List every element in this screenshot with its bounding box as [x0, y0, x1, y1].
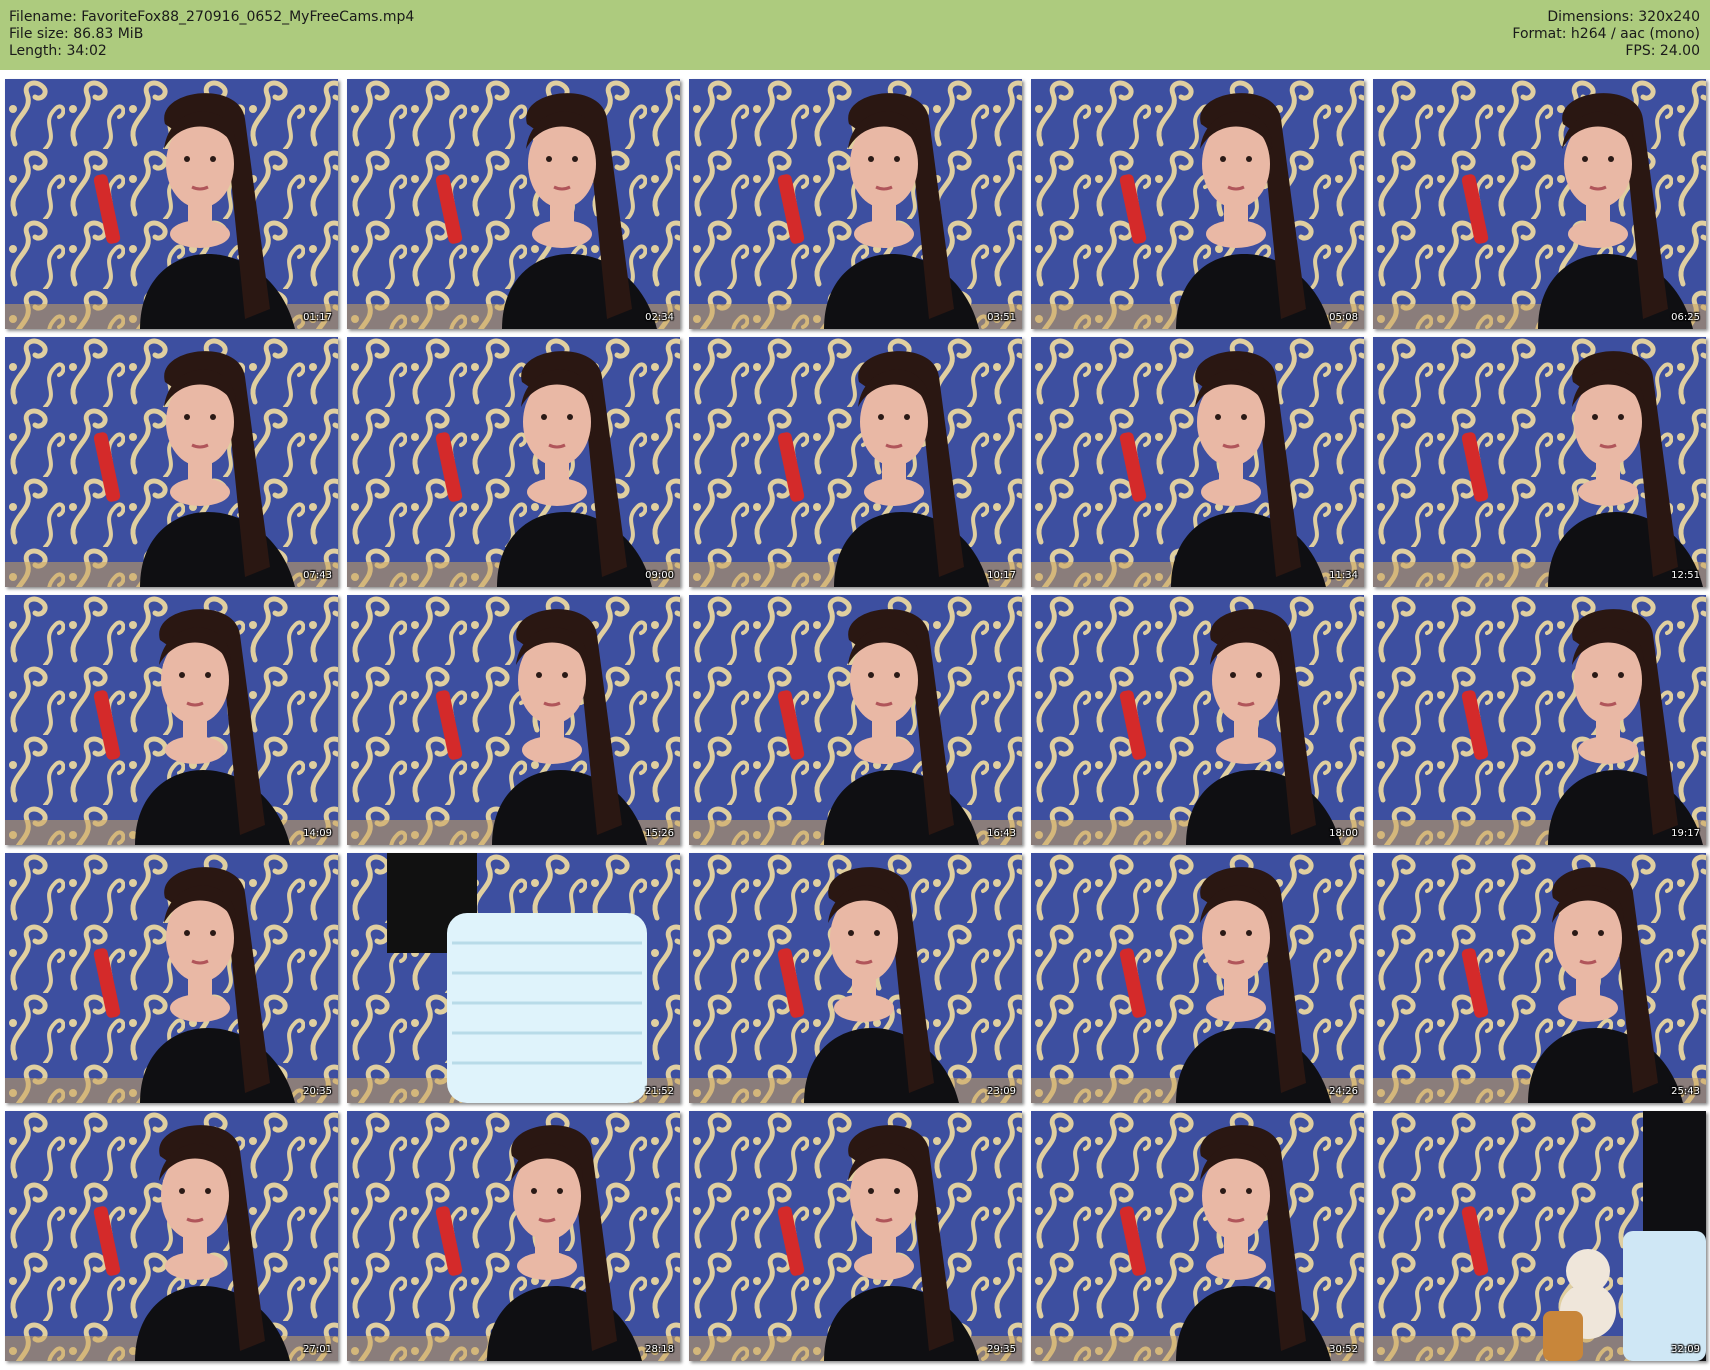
- timestamp-label: 23:09: [987, 1086, 1016, 1097]
- video-thumbnail: 15:26: [347, 595, 680, 845]
- frame-content: [435, 351, 652, 587]
- video-thumbnail: 09:00: [347, 337, 680, 587]
- frame-content: [435, 609, 647, 845]
- frame-content: [777, 351, 989, 587]
- frame-content: [1461, 609, 1703, 845]
- frame-content: [435, 1125, 642, 1361]
- frame-content: [1119, 867, 1331, 1103]
- frame-content: [777, 1125, 979, 1361]
- video-thumbnail: 14:09: [5, 595, 338, 845]
- timestamp-label: 12:51: [1671, 570, 1700, 581]
- video-thumbnail: 18:00: [1031, 595, 1364, 845]
- timestamp-label: 32:09: [1671, 1344, 1700, 1355]
- timestamp-label: 11:34: [1329, 570, 1358, 581]
- video-thumbnail: 30:52: [1031, 1111, 1364, 1361]
- frame-content: [435, 93, 657, 329]
- timestamp-label: 16:43: [987, 828, 1016, 839]
- timestamp-label: 27:01: [303, 1344, 332, 1355]
- timestamp-label: 03:51: [987, 312, 1016, 323]
- video-thumbnail: 12:51: [1373, 337, 1706, 587]
- video-thumbnail: 32:09: [1373, 1111, 1706, 1361]
- timestamp-label: 20:35: [303, 1086, 332, 1097]
- frame-content: [387, 853, 647, 1103]
- video-thumbnail: 23:09: [689, 853, 1022, 1103]
- frame-content: [777, 93, 979, 329]
- frame-content: [1461, 93, 1693, 329]
- frame-content: [1461, 351, 1703, 587]
- frame-content: [1119, 1125, 1331, 1361]
- frame-content: [93, 867, 295, 1103]
- timestamp-label: 06:25: [1671, 312, 1700, 323]
- video-thumbnail: 20:35: [5, 853, 338, 1103]
- timestamp-label: 05:08: [1329, 312, 1358, 323]
- timestamp-label: 28:18: [645, 1344, 674, 1355]
- video-thumbnail: 29:35: [689, 1111, 1022, 1361]
- frame-content: [93, 351, 295, 587]
- video-thumbnail: 28:18: [347, 1111, 680, 1361]
- frame-content: [777, 609, 979, 845]
- frame-content: [93, 609, 290, 845]
- video-thumbnail: 16:43: [689, 595, 1022, 845]
- timestamp-label: 09:00: [645, 570, 674, 581]
- timestamp-label: 14:09: [303, 828, 332, 839]
- frame-content: [1119, 609, 1341, 845]
- video-thumbnail: 07:43: [5, 337, 338, 587]
- timestamp-label: 15:26: [645, 828, 674, 839]
- timestamp-label: 29:35: [987, 1344, 1016, 1355]
- thumbnail-grid: 01:17 02:34 03:51 05:08 06:25 07:43 09:0…: [0, 0, 1710, 1370]
- frame-content: [1119, 93, 1331, 329]
- video-thumbnail: 25:43: [1373, 853, 1706, 1103]
- timestamp-label: 10:17: [987, 570, 1016, 581]
- video-thumbnail: 01:17: [5, 79, 338, 329]
- timestamp-label: 30:52: [1329, 1344, 1358, 1355]
- video-thumbnail: 10:17: [689, 337, 1022, 587]
- frame-content: [1119, 351, 1326, 587]
- timestamp-label: 01:17: [303, 312, 332, 323]
- timestamp-label: 19:17: [1671, 828, 1700, 839]
- timestamp-label: 21:52: [645, 1086, 674, 1097]
- video-thumbnail: 06:25: [1373, 79, 1706, 329]
- video-thumbnail: 11:34: [1031, 337, 1364, 587]
- frame-content: [93, 93, 295, 329]
- timestamp-label: 18:00: [1329, 828, 1358, 839]
- frame-content: [93, 1125, 290, 1361]
- video-thumbnail: 19:17: [1373, 595, 1706, 845]
- timestamp-label: 07:43: [303, 570, 332, 581]
- video-thumbnail: 03:51: [689, 79, 1022, 329]
- video-thumbnail: 27:01: [5, 1111, 338, 1361]
- frame-content: [1461, 1111, 1706, 1361]
- video-thumbnail: 24:26: [1031, 853, 1364, 1103]
- video-thumbnail: 05:08: [1031, 79, 1364, 329]
- timestamp-label: 24:26: [1329, 1086, 1358, 1097]
- video-thumbnail: 21:52: [347, 853, 680, 1103]
- frame-content: [777, 867, 959, 1103]
- timestamp-label: 25:43: [1671, 1086, 1700, 1097]
- frame-content: [1461, 867, 1683, 1103]
- timestamp-label: 02:34: [645, 312, 674, 323]
- video-thumbnail: 02:34: [347, 79, 680, 329]
